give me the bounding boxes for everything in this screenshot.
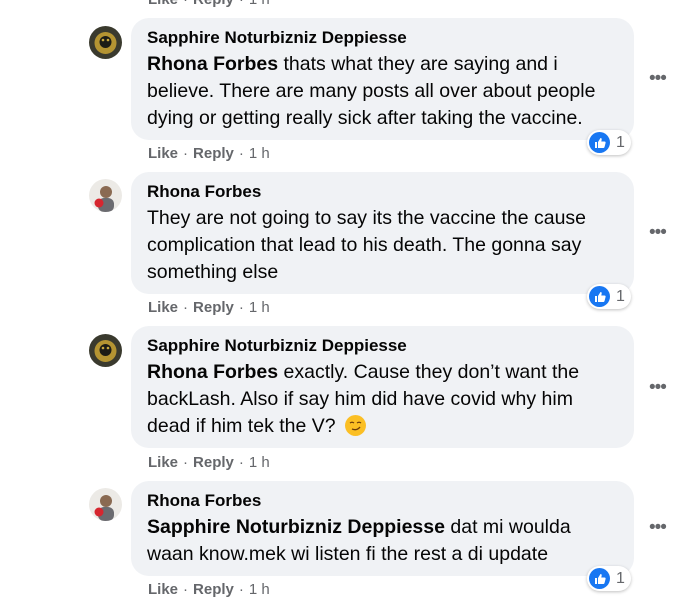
reaction-count[interactable]: 1 bbox=[587, 130, 631, 155]
comment-actions: Like · Reply · 1 h bbox=[148, 299, 270, 316]
reaction-count[interactable]: 1 bbox=[587, 566, 631, 591]
avatar[interactable] bbox=[89, 179, 122, 212]
comment-text: Sapphire Noturbizniz Deppiesse dat mi wo… bbox=[147, 516, 571, 565]
comment-time: 1 h bbox=[248, 299, 270, 316]
like-reaction-icon bbox=[589, 568, 610, 589]
smirking-face-icon bbox=[345, 415, 367, 436]
comment-actions: Like · Reply · 1 h bbox=[148, 454, 270, 471]
mention-link[interactable]: Rhona Forbes bbox=[147, 361, 278, 383]
more-options-icon[interactable]: ••• bbox=[649, 518, 667, 537]
comment-author[interactable]: Rhona Forbes bbox=[147, 181, 618, 203]
comment-author[interactable]: Rhona Forbes bbox=[147, 490, 618, 512]
like-link[interactable]: Like bbox=[148, 454, 178, 471]
comment-actions: Like · Reply · 1 h bbox=[148, 581, 270, 598]
comment-actions-previous: Like·Reply·1 h bbox=[148, 0, 270, 9]
comment-actions: Like · Reply · 1 h bbox=[148, 145, 270, 162]
comment-bubble: Rhona Forbes Sapphire Noturbizniz Deppie… bbox=[131, 481, 634, 576]
like-reaction-icon bbox=[589, 132, 610, 153]
comment-time: 1 h bbox=[248, 581, 270, 598]
reply-link[interactable]: Reply bbox=[193, 299, 234, 316]
comment-time: 1 h bbox=[248, 454, 270, 471]
reaction-count[interactable]: 1 bbox=[587, 284, 631, 309]
comment-bubble: Sapphire Noturbizniz Deppiesse Rhona For… bbox=[131, 18, 634, 140]
like-reaction-icon bbox=[589, 286, 610, 307]
avatar[interactable] bbox=[89, 26, 122, 59]
mention-link[interactable]: Rhona Forbes bbox=[147, 53, 278, 75]
like-link[interactable]: Like bbox=[148, 0, 178, 8]
comment-text: They are not going to say its the vaccin… bbox=[147, 207, 587, 283]
comment-text: Rhona Forbes thats what they are saying … bbox=[147, 53, 596, 129]
like-link[interactable]: Like bbox=[148, 581, 178, 598]
comment-text: Rhona Forbes exactly. Cause they don’t w… bbox=[147, 361, 580, 437]
comment-author[interactable]: Sapphire Noturbizniz Deppiesse bbox=[147, 27, 618, 49]
reply-link[interactable]: Reply bbox=[193, 581, 234, 598]
reply-link[interactable]: Reply bbox=[193, 145, 234, 162]
comment-bubble: Sapphire Noturbizniz Deppiesse Rhona For… bbox=[131, 326, 634, 448]
like-link[interactable]: Like bbox=[148, 299, 178, 316]
avatar[interactable] bbox=[89, 488, 122, 521]
comment-time: 1 h bbox=[249, 0, 270, 8]
more-options-icon[interactable]: ••• bbox=[649, 69, 667, 88]
comment-bubble: Rhona Forbes They are not going to say i… bbox=[131, 172, 634, 294]
mention-link[interactable]: Sapphire Noturbizniz Deppiesse bbox=[147, 516, 445, 538]
reply-link[interactable]: Reply bbox=[193, 454, 234, 471]
more-options-icon[interactable]: ••• bbox=[649, 378, 667, 397]
comment-author[interactable]: Sapphire Noturbizniz Deppiesse bbox=[147, 335, 618, 357]
avatar[interactable] bbox=[89, 334, 122, 367]
like-link[interactable]: Like bbox=[148, 145, 178, 162]
reply-link[interactable]: Reply bbox=[193, 0, 234, 8]
comment-time: 1 h bbox=[248, 145, 270, 162]
more-options-icon[interactable]: ••• bbox=[649, 223, 667, 242]
